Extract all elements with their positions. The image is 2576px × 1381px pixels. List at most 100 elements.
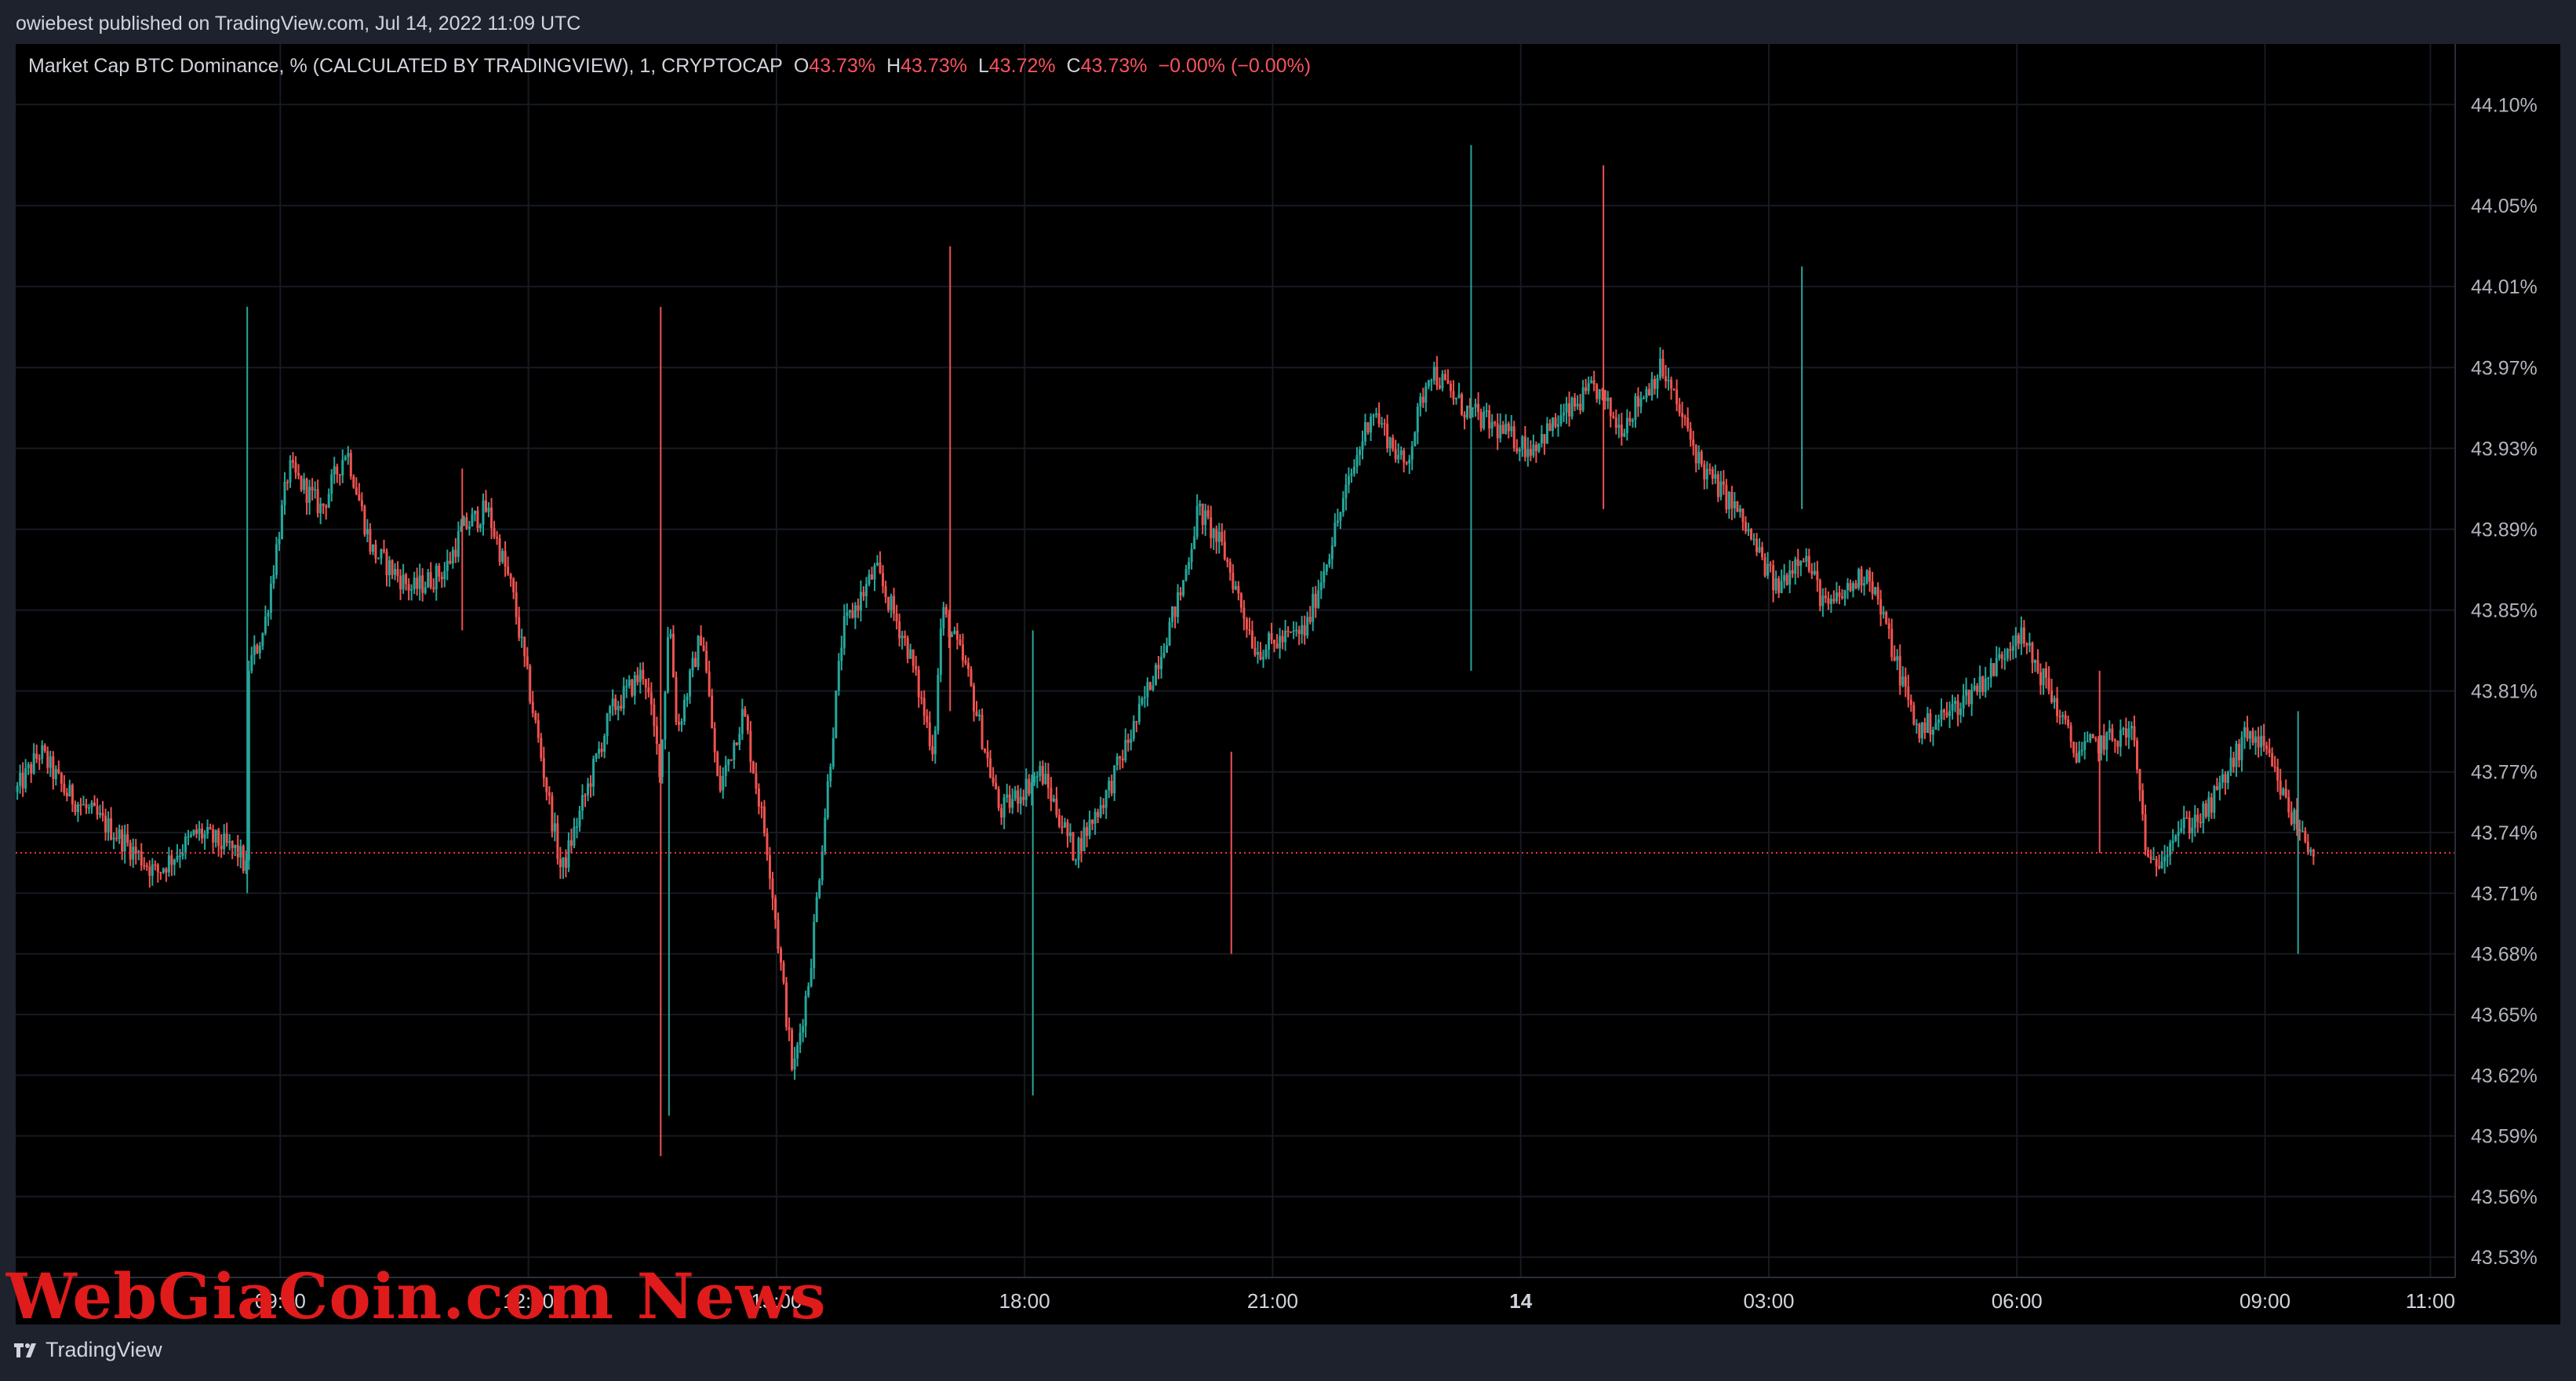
- candle-body: [2080, 749, 2083, 752]
- candle-body: [1816, 570, 1819, 581]
- candle-body: [454, 549, 457, 557]
- candle-body: [981, 714, 984, 749]
- candle-body: [151, 864, 154, 876]
- candle-body: [1521, 436, 1524, 450]
- candle-body: [2003, 658, 2007, 660]
- candle-body: [1788, 570, 1792, 585]
- candle-body: [231, 841, 234, 848]
- candle-body: [341, 460, 344, 476]
- candle-body: [1756, 538, 1759, 552]
- candle-body: [1347, 476, 1350, 485]
- candle-body: [220, 845, 223, 850]
- x-tick-label: 03:00: [1743, 1289, 1794, 1313]
- candle-body: [526, 656, 529, 666]
- candle-body: [369, 529, 372, 552]
- candle-body: [649, 692, 653, 705]
- candle-body: [1749, 529, 1752, 539]
- candle-body: [1308, 617, 1312, 622]
- candle-body: [603, 736, 606, 752]
- candle-body: [1432, 366, 1435, 381]
- candle-body: [1987, 677, 1990, 680]
- candle-body: [818, 880, 821, 898]
- candle-body: [2130, 726, 2133, 729]
- candle-body: [2166, 854, 2169, 857]
- candle-body: [377, 558, 380, 559]
- candle-body: [1466, 406, 1469, 418]
- footer[interactable]: TradingView: [14, 1338, 162, 1362]
- candle-body: [225, 833, 228, 844]
- candle-body: [32, 753, 35, 774]
- candle-body: [1727, 491, 1730, 510]
- candle-body: [933, 731, 937, 755]
- candle-body: [173, 859, 176, 865]
- candle-body: [269, 583, 272, 613]
- candle-body: [2061, 715, 2065, 717]
- candle-body: [853, 605, 857, 618]
- candle-body: [810, 967, 813, 986]
- candle-body: [1416, 406, 1419, 433]
- candle-body: [2268, 749, 2271, 753]
- candle-body: [1885, 611, 1888, 624]
- candle-body: [1212, 528, 1215, 538]
- candle-body: [316, 489, 319, 514]
- candle-body: [16, 785, 19, 793]
- candle-body: [917, 669, 920, 698]
- candle-body: [485, 500, 488, 512]
- candle-body: [553, 823, 556, 832]
- candle-body: [2290, 812, 2293, 825]
- candle-body: [71, 785, 74, 804]
- candle-body: [730, 759, 733, 761]
- candle-body: [1022, 796, 1025, 800]
- candle-body: [2306, 841, 2309, 852]
- symbol-title[interactable]: Market Cap BTC Dominance, % (CALCULATED …: [28, 55, 783, 78]
- candle-body: [1358, 450, 1361, 456]
- candle-body: [228, 841, 231, 844]
- candle-body: [1443, 373, 1446, 381]
- candle-body: [1989, 663, 1992, 678]
- candle-body: [660, 739, 664, 778]
- candle-body: [2246, 727, 2249, 739]
- candle-body: [1441, 373, 1444, 389]
- candle-body: [2116, 741, 2119, 747]
- candle-body: [2226, 771, 2229, 783]
- candle-body: [1250, 630, 1253, 648]
- candle-body: [1182, 580, 1185, 596]
- chart-panel[interactable]: 43.73% 44.10% 44.05% 44.01% 43.97% 43.93% 43.…: [16, 44, 2560, 1325]
- candle-body: [2249, 731, 2252, 739]
- y-tick-label: 43.59%: [2471, 1126, 2538, 1148]
- candle-body: [336, 466, 339, 475]
- candle-body: [1810, 570, 1814, 574]
- candle-body: [771, 878, 774, 898]
- candle-body: [711, 695, 714, 729]
- candle-body: [1344, 484, 1348, 499]
- candle-body: [669, 633, 672, 637]
- candle-body: [258, 646, 261, 654]
- candle-body: [76, 804, 79, 813]
- candle-body: [625, 685, 628, 687]
- candle-body: [573, 826, 576, 846]
- candle-body: [1370, 417, 1373, 433]
- candle-body: [719, 775, 722, 791]
- candle-body: [666, 636, 669, 693]
- candle-body: [2254, 736, 2258, 743]
- candle-body: [1264, 649, 1268, 658]
- candle-body: [2006, 649, 2009, 659]
- candle-body: [876, 563, 879, 566]
- candle-body: [2262, 735, 2265, 746]
- candle-body: [556, 823, 559, 859]
- candle-body: [1039, 766, 1042, 777]
- y-tick-label: 44.05%: [2471, 195, 2538, 217]
- candle-body: [773, 898, 777, 920]
- price-chart[interactable]: 43.73% 44.10% 44.05% 44.01% 43.97% 43.93% 43.…: [16, 44, 2560, 1325]
- candle-body: [2011, 646, 2014, 651]
- candle-body: [239, 846, 242, 858]
- candle-body: [2271, 752, 2274, 767]
- candle-body: [1934, 723, 1937, 731]
- candle-body: [1959, 709, 1963, 716]
- candle-body: [1330, 545, 1333, 559]
- candle-body: [2232, 757, 2235, 767]
- candle-body: [1002, 797, 1006, 818]
- candle-body: [518, 617, 521, 638]
- candle-body: [1609, 397, 1612, 417]
- candle-body: [697, 636, 700, 667]
